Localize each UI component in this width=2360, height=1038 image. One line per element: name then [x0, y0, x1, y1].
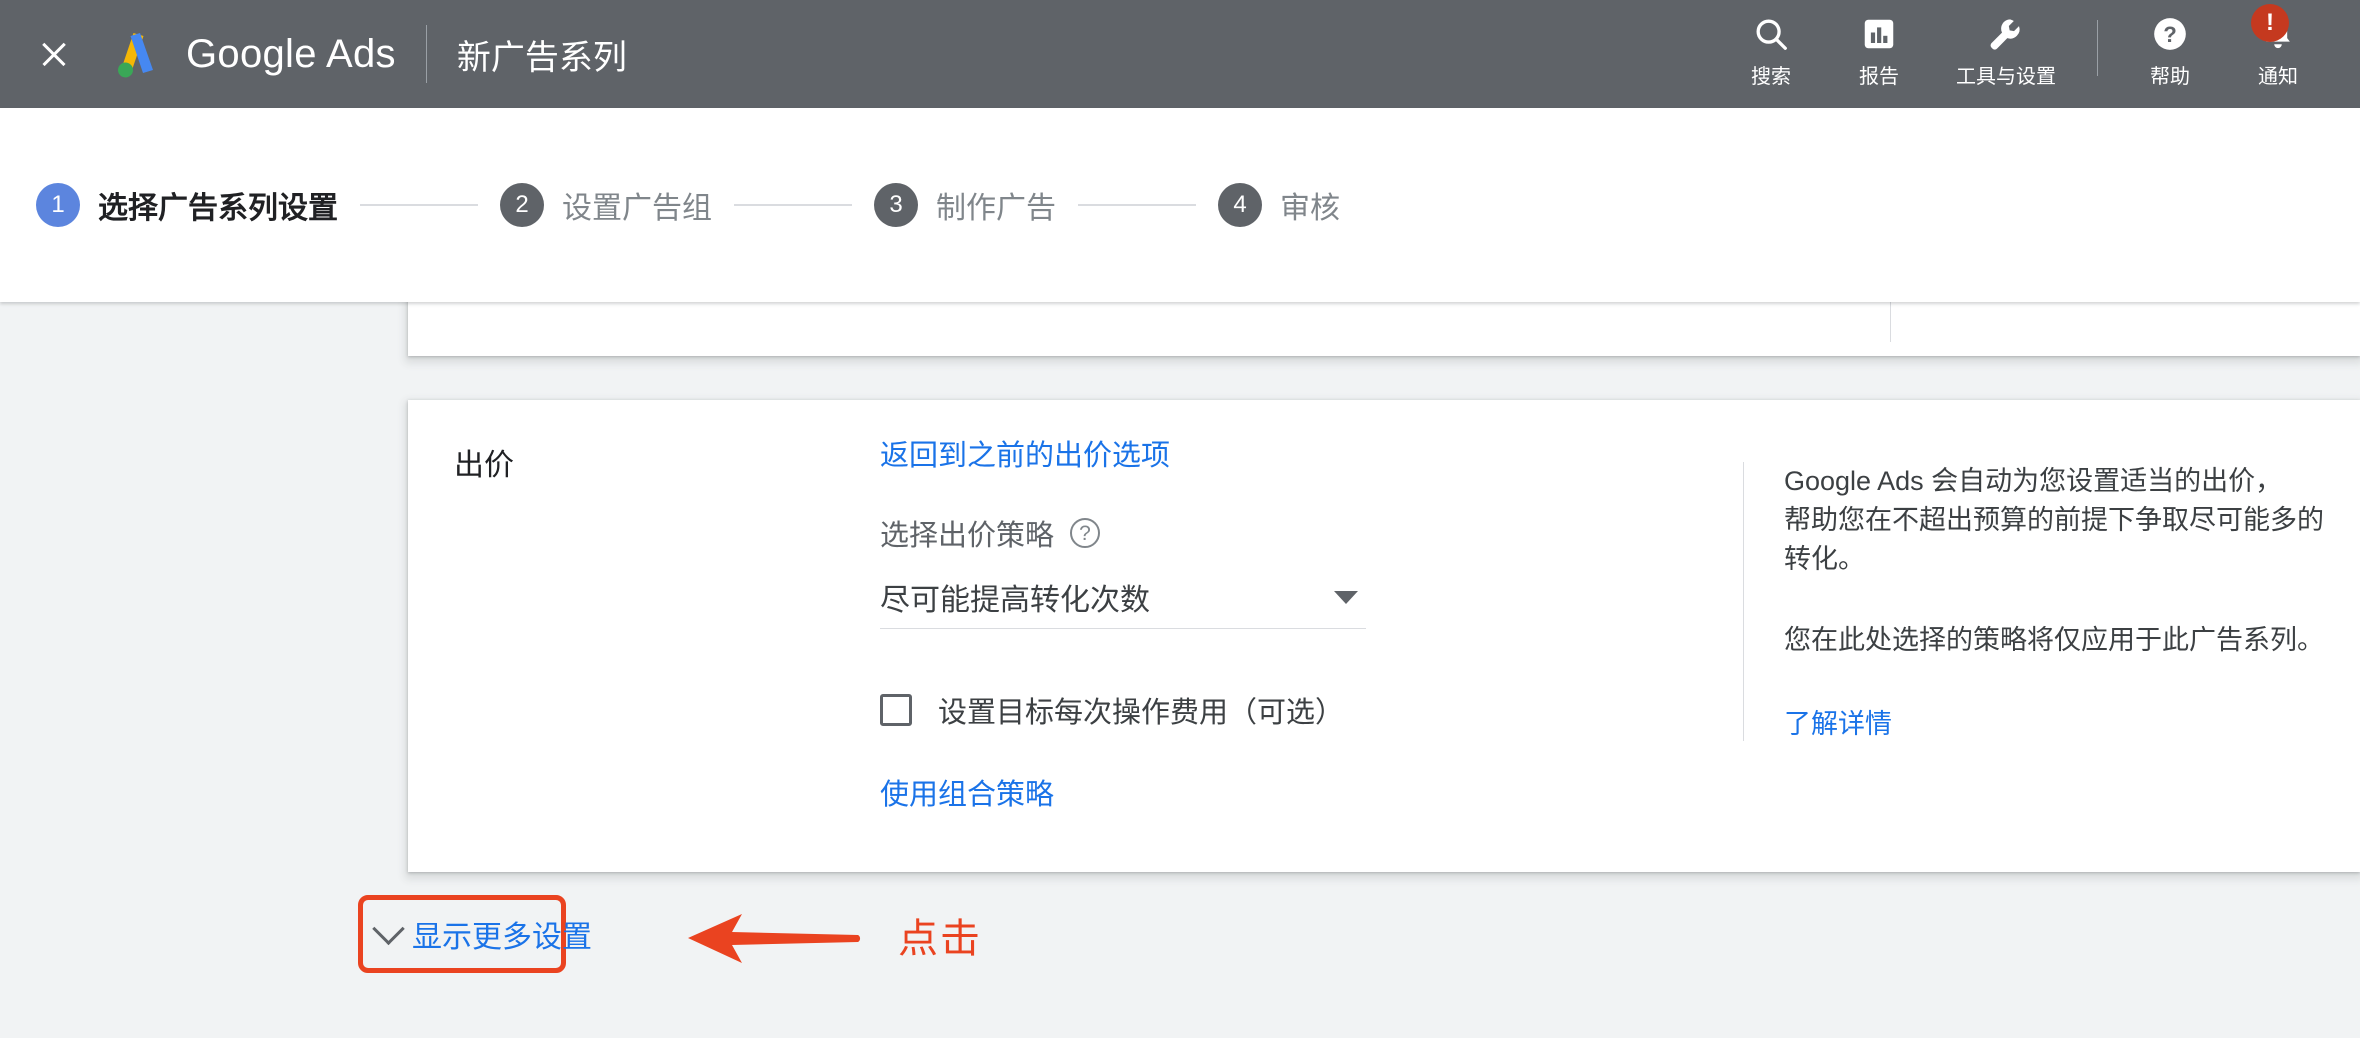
annotation-text: 点击 — [898, 917, 982, 961]
step-1-label: 选择广告系列设置 — [98, 192, 338, 225]
help-question-circle-icon[interactable]: ? — [1070, 518, 1101, 548]
help-question-icon: ? — [2151, 12, 2189, 56]
use-portfolio-strategy-link[interactable]: 使用组合策略 — [880, 771, 1054, 813]
nav-label-tools-settings: 工具与设置 — [1956, 66, 2056, 88]
close-button[interactable] — [26, 26, 82, 82]
bell-notification-icon: ! — [2251, 4, 2297, 56]
target-cpa-checkbox-label: 设置目标每次操作费用（可选） — [938, 697, 1345, 729]
step-1-campaign-settings[interactable]: 1 选择广告系列设置 — [36, 183, 338, 227]
back-to-previous-bid-options-link[interactable]: 返回到之前的出价选项 — [880, 440, 1170, 472]
nav-item-tools-settings[interactable]: 工具与设置 — [1933, 12, 2079, 89]
chevron-down-icon — [1334, 590, 1358, 604]
left-arrow-annotation-icon — [686, 910, 862, 966]
bid-strategy-select[interactable]: 尽可能提高转化次数 — [880, 566, 1366, 629]
svg-text:?: ? — [2163, 22, 2177, 47]
step-connector-3 — [1078, 204, 1196, 206]
campaign-stepper: 1 选择广告系列设置 2 设置广告组 3 制作广告 4 审核 — [36, 183, 1340, 227]
step-2-number: 2 — [500, 183, 544, 227]
bid-strategy-label: 选择出价策略 — [880, 520, 1055, 552]
bid-strategy-selected-value: 尽可能提高转化次数 — [880, 584, 1150, 617]
step-connector-2 — [734, 204, 852, 206]
nav-label-reports: 报告 — [1859, 66, 1899, 88]
chevron-down-icon — [372, 912, 405, 945]
nav-divider — [2097, 20, 2098, 76]
step-4-label: 审核 — [1280, 192, 1340, 225]
wrench-tools-icon — [1986, 12, 2026, 56]
bidding-info-paragraph-2: 您在此处选择的策略将仅应用于此广告系列。 — [1784, 624, 2324, 655]
step-4-review[interactable]: 4 审核 — [1218, 183, 1340, 227]
step-2-label: 设置广告组 — [562, 192, 712, 225]
content-area: 出价 返回到之前的出价选项 选择出价策略 ? 尽可能提高转化次数 设置目标每次操… — [0, 302, 2360, 1038]
nav-label-help: 帮助 — [2150, 66, 2190, 88]
search-icon — [1752, 12, 1790, 56]
target-cpa-checkbox-row[interactable]: 设置目标每次操作费用（可选） — [880, 689, 1780, 731]
step-1-number: 1 — [36, 183, 80, 227]
bidding-info-paragraph-1: Google Ads 会自动为您设置适当的出价， 帮助您在不超出预算的前提下争取… — [1784, 466, 2324, 574]
reports-bar-chart-icon — [1861, 12, 1897, 56]
notification-badge: ! — [2251, 4, 2289, 42]
show-more-settings-label: 显示更多设置 — [412, 921, 592, 954]
nav-item-notifications[interactable]: ! 通知 — [2224, 4, 2332, 89]
app-root: Google Ads 新广告系列 搜索 报告 工具与设置 ? 帮助 ! 通知 1… — [0, 0, 2360, 1038]
close-icon — [39, 39, 69, 69]
nav-label-search: 搜索 — [1751, 66, 1791, 88]
step-4-number: 4 — [1218, 183, 1262, 227]
bidding-info-panel: Google Ads 会自动为您设置适当的出价， 帮助您在不超出预算的前提下争取… — [1743, 462, 2344, 741]
step-3-label: 制作广告 — [936, 192, 1056, 225]
target-cpa-checkbox[interactable] — [880, 694, 912, 726]
step-2-ad-group[interactable]: 2 设置广告组 — [500, 183, 712, 227]
step-3-create-ads[interactable]: 3 制作广告 — [874, 183, 1056, 227]
nav-item-search[interactable]: 搜索 — [1717, 12, 1825, 89]
learn-more-link[interactable]: 了解详情 — [1784, 702, 1892, 741]
bidding-section-label: 出价 — [454, 449, 514, 482]
google-ads-logo-icon — [110, 27, 164, 81]
nav-item-help[interactable]: ? 帮助 — [2116, 12, 2224, 89]
brand-divider — [425, 25, 427, 83]
brand-name: Google Ads — [186, 31, 396, 76]
campaign-stepper-bar: 1 选择广告系列设置 2 设置广告组 3 制作广告 4 审核 — [0, 108, 2360, 302]
nav-item-reports[interactable]: 报告 — [1825, 12, 1933, 89]
bidding-controls: 返回到之前的出价选项 选择出价策略 ? 尽可能提高转化次数 设置目标每次操作费用… — [880, 432, 1780, 813]
top-nav: 搜索 报告 工具与设置 ? 帮助 ! 通知 — [1717, 0, 2360, 108]
step-connector-1 — [360, 204, 478, 206]
step-3-number: 3 — [874, 183, 918, 227]
show-more-settings-button[interactable]: 显示更多设置 — [369, 906, 600, 962]
nav-label-notifications: 通知 — [2258, 66, 2298, 88]
bidding-card: 出价 返回到之前的出价选项 选择出价策略 ? 尽可能提高转化次数 设置目标每次操… — [408, 400, 2360, 872]
card-vertical-divider — [1890, 302, 1891, 342]
previous-settings-card-partial — [408, 302, 2360, 356]
top-app-bar: Google Ads 新广告系列 搜索 报告 工具与设置 ? 帮助 ! 通知 — [0, 0, 2360, 108]
bid-strategy-label-row: 选择出价策略 ? — [880, 512, 1780, 554]
page-title: 新广告系列 — [456, 38, 627, 77]
